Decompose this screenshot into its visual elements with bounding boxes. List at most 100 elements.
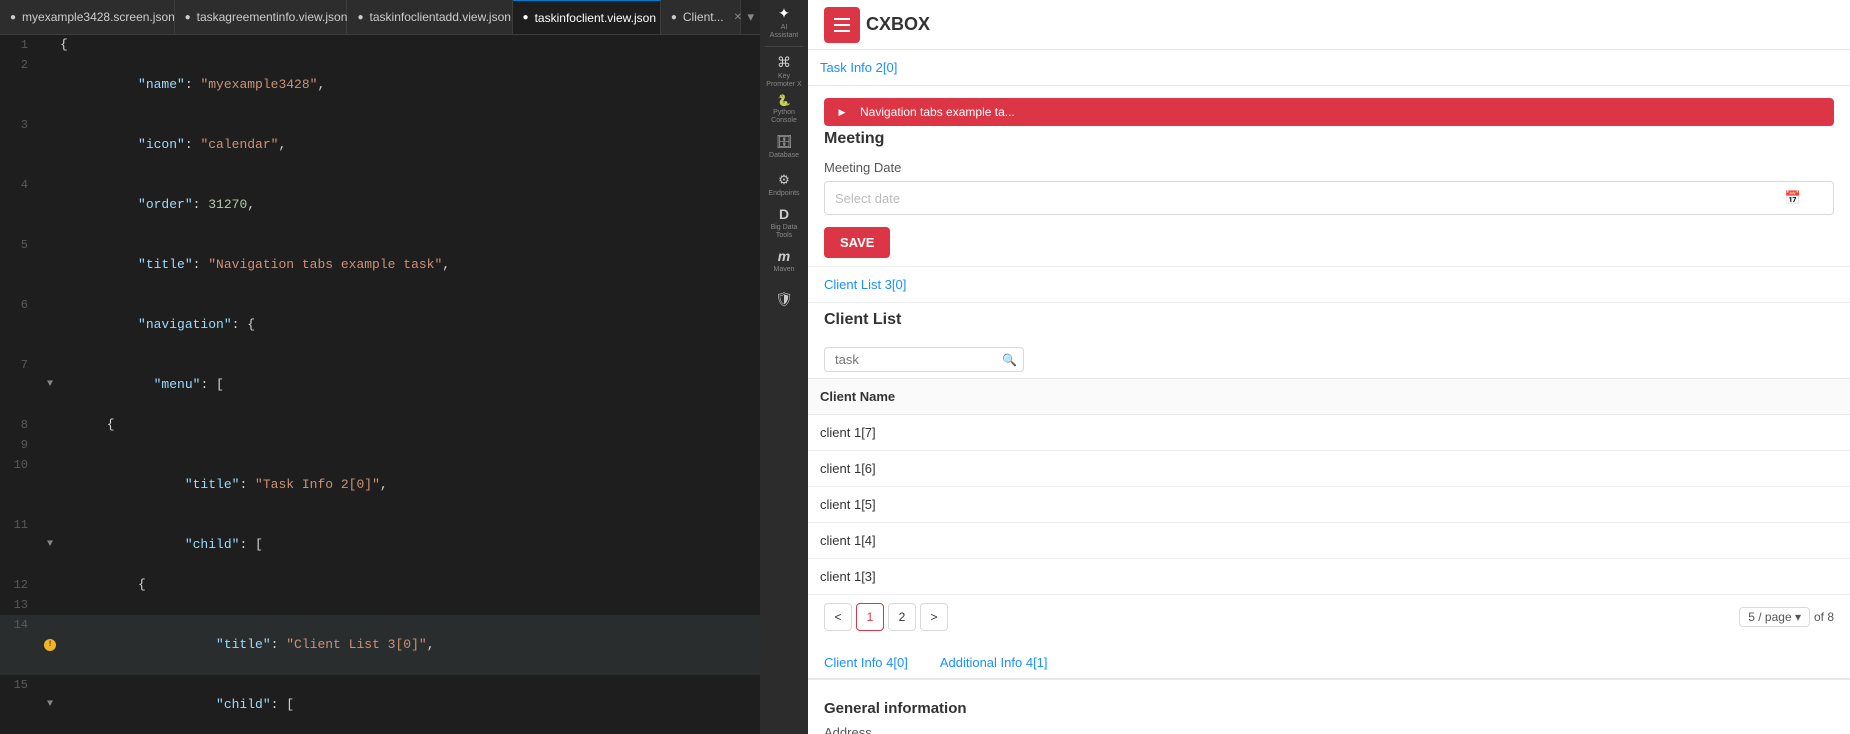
line-content-5: "title": "Navigation tabs example task", bbox=[60, 235, 760, 295]
code-line-4: 4 "order": 31270, bbox=[0, 175, 760, 235]
fold-arrow-7[interactable]: ▼ bbox=[40, 355, 60, 415]
db-label: Database bbox=[769, 152, 799, 160]
ep-label: Endpoints bbox=[768, 190, 799, 198]
key-label: KeyPromoter X bbox=[766, 73, 801, 88]
main-app: CXBOX Task Info 2[0] ▶ Navigation tabs e… bbox=[808, 0, 1850, 734]
ep-symbol: ⚙ bbox=[778, 172, 790, 188]
code-line-6: 6 "navigation": { bbox=[0, 295, 760, 355]
page-prev-button[interactable]: < bbox=[824, 603, 852, 631]
line-content-15: "child": [ bbox=[60, 675, 760, 734]
pagination-bar: < 1 2 > 5 / page ▾ of 8 bbox=[808, 595, 1850, 639]
tab-icon-5: ● bbox=[671, 12, 677, 23]
code-line-13: 13 bbox=[0, 595, 760, 615]
date-placeholder: Select date bbox=[835, 191, 900, 206]
table-row[interactable]: client 1[3] bbox=[808, 559, 1850, 595]
maven-icon[interactable]: m Maven bbox=[766, 243, 802, 279]
tabs-overflow-menu[interactable]: ▾ bbox=[741, 9, 760, 25]
table-row[interactable]: client 1[7] bbox=[808, 415, 1850, 451]
page-next-button[interactable]: > bbox=[920, 603, 948, 631]
line-gutter-14: ! bbox=[40, 615, 60, 675]
line-content-10: "title": "Task Info 2[0]", bbox=[60, 455, 760, 515]
line-gutter-12 bbox=[40, 575, 60, 595]
warning-indicator-14: ! bbox=[44, 639, 56, 651]
bottom-tab-links: Client Info 4[0] Additional Info 4[1] bbox=[808, 647, 1850, 680]
right-panel: ✦ AIAssistant ⌘ KeyPromoter X 🐍 PythonCo… bbox=[760, 0, 1850, 734]
line-number-1: 1 bbox=[0, 35, 40, 55]
page-size-selector: 5 / page ▾ of 8 bbox=[1739, 607, 1834, 627]
line-content-2: "name": "myexample3428", bbox=[60, 55, 760, 115]
search-icon: 🔍 bbox=[1002, 353, 1017, 367]
line-content-12: { bbox=[60, 575, 760, 595]
client-name-cell: client 1[3] bbox=[808, 559, 1850, 595]
tab-icon-3: ● bbox=[357, 12, 363, 23]
code-line-5: 5 "title": "Navigation tabs example task… bbox=[0, 235, 760, 295]
meeting-date-input[interactable]: Select date 📅 bbox=[824, 181, 1834, 215]
line-content-6: "navigation": { bbox=[60, 295, 760, 355]
key-promoter-icon[interactable]: ⌘ KeyPromoter X bbox=[766, 53, 802, 89]
ai-assistant-icon[interactable]: ✦ AIAssistant bbox=[766, 4, 802, 40]
task-info-2-link[interactable]: Task Info 2[0] bbox=[820, 56, 897, 79]
app-header: CXBOX bbox=[808, 0, 1850, 50]
tab-taskagreement[interactable]: ● taskagreementinfo.view.json ✕ bbox=[175, 0, 348, 35]
code-line-8: 8 { bbox=[0, 415, 760, 435]
save-button[interactable]: SAVE bbox=[824, 227, 890, 258]
search-bar: 🔍 bbox=[808, 341, 1850, 379]
line-number-13: 13 bbox=[0, 595, 40, 615]
database-icon[interactable]: 🗄 Database bbox=[766, 129, 802, 165]
bigdata-icon[interactable]: D Big DataTools bbox=[766, 205, 802, 241]
fold-arrow-11[interactable]: ▼ bbox=[40, 515, 60, 575]
endpoints-icon[interactable]: ⚙ Endpoints bbox=[766, 167, 802, 203]
page-total-text: of 8 bbox=[1814, 610, 1834, 624]
client-table-body: client 1[7]client 1[6]client 1[5]client … bbox=[808, 415, 1850, 595]
meeting-section: ▶ Navigation tabs example ta... Meeting … bbox=[808, 86, 1850, 267]
tab-client-info-4[interactable]: Client Info 4[0] bbox=[808, 647, 924, 680]
search-input[interactable] bbox=[824, 347, 1024, 372]
line-content-7: "menu": [ bbox=[60, 355, 760, 415]
key-symbol: ⌘ bbox=[777, 54, 791, 71]
tab-icon-2: ● bbox=[185, 12, 191, 23]
client-name-cell: client 1[4] bbox=[808, 523, 1850, 559]
client-name-cell: client 1[6] bbox=[808, 451, 1850, 487]
code-line-15: 15 ▼ "child": [ bbox=[0, 675, 760, 734]
tab-taskinfoclient[interactable]: ● taskinfoclient.view.json ✕ bbox=[513, 0, 661, 35]
client-list-3-link[interactable]: Client List 3[0] bbox=[824, 273, 906, 296]
table-row[interactable]: client 1[5] bbox=[808, 487, 1850, 523]
app-logo: CXBOX bbox=[824, 7, 930, 43]
tab-additional-info-4[interactable]: Additional Info 4[1] bbox=[924, 647, 1064, 680]
calendar-icon: 📅 bbox=[1785, 190, 1801, 206]
fold-arrow-15[interactable]: ▼ bbox=[40, 675, 60, 734]
table-header-row: Client Name bbox=[808, 379, 1850, 415]
page-size-value[interactable]: 5 / page ▾ bbox=[1739, 607, 1810, 627]
code-line-7: 7 ▼ "menu": [ bbox=[0, 355, 760, 415]
tab-taskinfoclientadd[interactable]: ● taskinfoclientadd.view.json ✕ bbox=[347, 0, 512, 35]
code-line-9: 9 bbox=[0, 435, 760, 455]
general-info-title: General information bbox=[824, 700, 1834, 717]
tab-client[interactable]: ● Client... ✕ bbox=[661, 0, 742, 35]
line-number-8: 8 bbox=[0, 415, 40, 435]
tab-myexample[interactable]: ● myexample3428.screen.json ✕ bbox=[0, 0, 175, 35]
line-content-14: "title": "Client List 3[0]", bbox=[60, 615, 760, 675]
page-2-button[interactable]: 2 bbox=[888, 603, 916, 631]
code-line-12: 12 { bbox=[0, 575, 760, 595]
bd-label: Big DataTools bbox=[771, 224, 798, 239]
line-gutter-5 bbox=[40, 235, 60, 295]
python-label: PythonConsole bbox=[771, 109, 797, 124]
tab-label-3: taskinfoclientadd.view.json bbox=[370, 10, 511, 24]
nav-alert-banner: ▶ Navigation tabs example ta... bbox=[824, 98, 1834, 126]
table-row[interactable]: client 1[4] bbox=[808, 523, 1850, 559]
tab-label-1: myexample3428.screen.json bbox=[22, 10, 175, 24]
db-symbol: 🗄 bbox=[776, 134, 793, 150]
tab-icon-1: ● bbox=[10, 12, 16, 23]
side-icons-panel: ✦ AIAssistant ⌘ KeyPromoter X 🐍 PythonCo… bbox=[760, 0, 808, 734]
tab-label-5: Client... bbox=[683, 10, 724, 24]
table-row[interactable]: client 1[6] bbox=[808, 451, 1850, 487]
python-console-icon[interactable]: 🐍 PythonConsole bbox=[766, 91, 802, 127]
line-number-2: 2 bbox=[0, 55, 40, 115]
code-line-10: 10 "title": "Task Info 2[0]", bbox=[0, 455, 760, 515]
page-1-button[interactable]: 1 bbox=[856, 603, 884, 631]
maven-label: Maven bbox=[773, 266, 794, 274]
editor-tabs-bar: ● myexample3428.screen.json ✕ ● taskagre… bbox=[0, 0, 760, 35]
address-label: Address bbox=[824, 725, 1834, 734]
shield-icon[interactable]: 🛡 bbox=[766, 281, 802, 317]
maven-symbol: m bbox=[778, 248, 790, 264]
